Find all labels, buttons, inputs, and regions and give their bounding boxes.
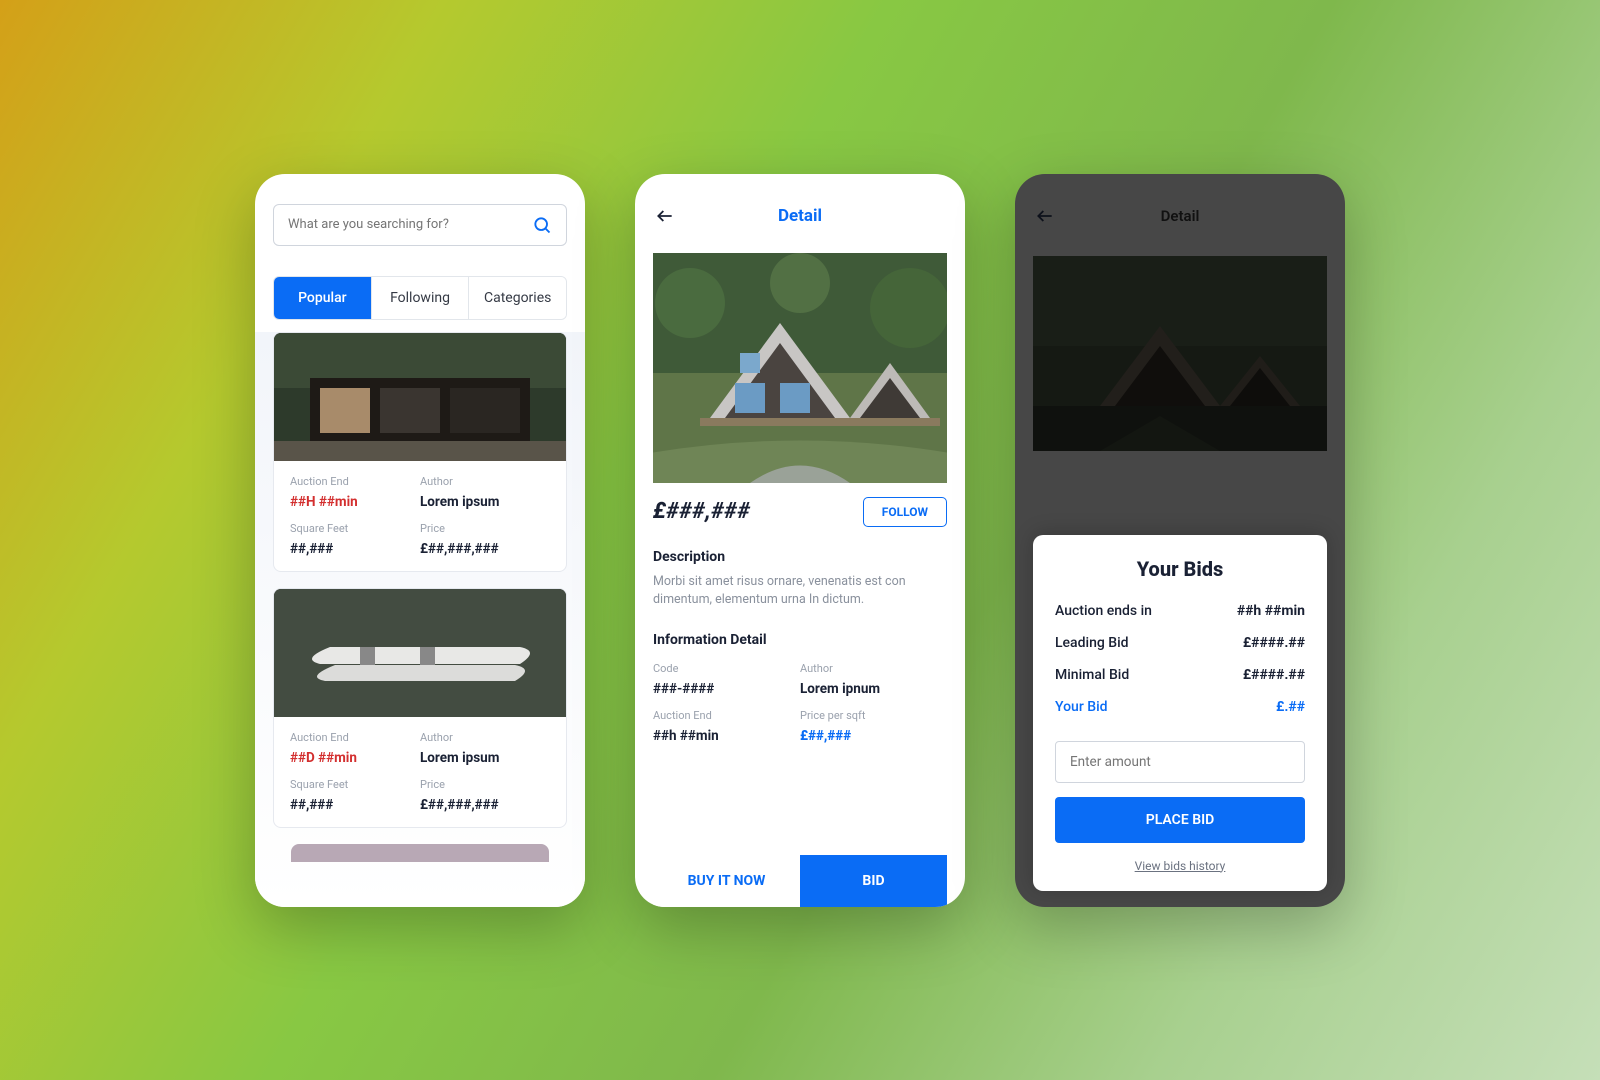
sheet-value: £####.## [1243, 635, 1305, 651]
price-label: Price [420, 778, 550, 791]
sheet-value: £####.## [1243, 667, 1305, 683]
price-per-sqft-value: £##,### [800, 728, 947, 744]
sheet-row-minimal-bid: Minimal Bid £####.## [1055, 667, 1305, 683]
sheet-value: £.## [1276, 699, 1305, 715]
info-heading: Information Detail [653, 632, 947, 648]
description-text: Morbi sit amet risus ornare, venenatis e… [653, 573, 947, 611]
bid-sheet: Your Bids Auction ends in ##h ##min Lead… [1033, 535, 1327, 891]
detail-header: Detail [635, 174, 965, 248]
search-input[interactable] [288, 217, 532, 232]
detail-price: £###,### [653, 499, 750, 524]
search-container [255, 174, 585, 258]
author-label: Author [420, 731, 550, 744]
sheet-value: ##h ##min [1237, 603, 1305, 619]
screen-listing: Popular Following Categories Auction End… [255, 174, 585, 907]
follow-button[interactable]: FOLLOW [863, 497, 947, 527]
sheet-label: Your Bid [1055, 699, 1108, 715]
auction-end-label: Auction End [653, 709, 800, 722]
search-icon [532, 215, 552, 235]
author-label: Author [800, 662, 947, 675]
auction-end-value: ##H ##min [290, 494, 420, 510]
detail-hero-image [653, 253, 947, 483]
listing-image [274, 333, 566, 461]
price-value: £##,###,### [420, 541, 550, 557]
view-history-link[interactable]: View bids history [1055, 859, 1305, 873]
sheet-row-auction-end: Auction ends in ##h ##min [1055, 603, 1305, 619]
auction-end-value: ##D ##min [290, 750, 420, 766]
tab-popular[interactable]: Popular [274, 277, 372, 319]
sheet-label: Auction ends in [1055, 603, 1152, 619]
listing-image [274, 589, 566, 717]
listing-card[interactable]: Auction End ##D ##min Author Lorem ipsum… [273, 588, 567, 828]
description-heading: Description [653, 549, 947, 565]
code-value: ###-#### [653, 681, 800, 697]
sqft-value: ##,### [290, 541, 420, 557]
sheet-row-your-bid: Your Bid £.## [1055, 699, 1305, 715]
place-bid-button[interactable]: PLACE BID [1055, 797, 1305, 843]
auction-end-value: ##h ##min [653, 728, 800, 744]
buy-now-button[interactable]: BUY IT NOW [653, 855, 800, 907]
screen-bid-modal: Detail Your Bids Auction ends in ##h ##m… [1015, 174, 1345, 907]
sheet-title: Your Bids [1055, 557, 1305, 581]
tab-following[interactable]: Following [372, 277, 470, 319]
tab-categories[interactable]: Categories [469, 277, 566, 319]
listing-body: Auction End ##H ##min Author Lorem ipsum… [255, 332, 585, 907]
author-value: Lorem ipsum [420, 494, 550, 510]
sheet-label: Leading Bid [1055, 635, 1129, 651]
author-value: Lorem ipnum [800, 681, 947, 697]
sqft-value: ##,### [290, 797, 420, 813]
page-title: Detail [653, 206, 947, 226]
code-label: Code [653, 662, 800, 675]
auction-end-label: Auction End [290, 475, 420, 488]
listing-card[interactable]: Auction End ##H ##min Author Lorem ipsum… [273, 332, 567, 572]
bid-button[interactable]: BID [800, 855, 947, 907]
sqft-label: Square Feet [290, 522, 420, 535]
sheet-label: Minimal Bid [1055, 667, 1129, 683]
sqft-label: Square Feet [290, 778, 420, 791]
author-label: Author [420, 475, 550, 488]
price-label: Price [420, 522, 550, 535]
price-value: £##,###,### [420, 797, 550, 813]
tab-bar: Popular Following Categories [273, 276, 567, 320]
detail-action-bar: BUY IT NOW BID [653, 855, 947, 907]
author-value: Lorem ipsum [420, 750, 550, 766]
search-bar[interactable] [273, 204, 567, 246]
screen-detail: Detail £###,### FOLLOW Description [635, 174, 965, 907]
price-per-sqft-label: Price per sqft [800, 709, 947, 722]
sheet-row-leading-bid: Leading Bid £####.## [1055, 635, 1305, 651]
bid-amount-input[interactable] [1055, 741, 1305, 783]
listing-card-peek [291, 844, 549, 862]
auction-end-label: Auction End [290, 731, 420, 744]
